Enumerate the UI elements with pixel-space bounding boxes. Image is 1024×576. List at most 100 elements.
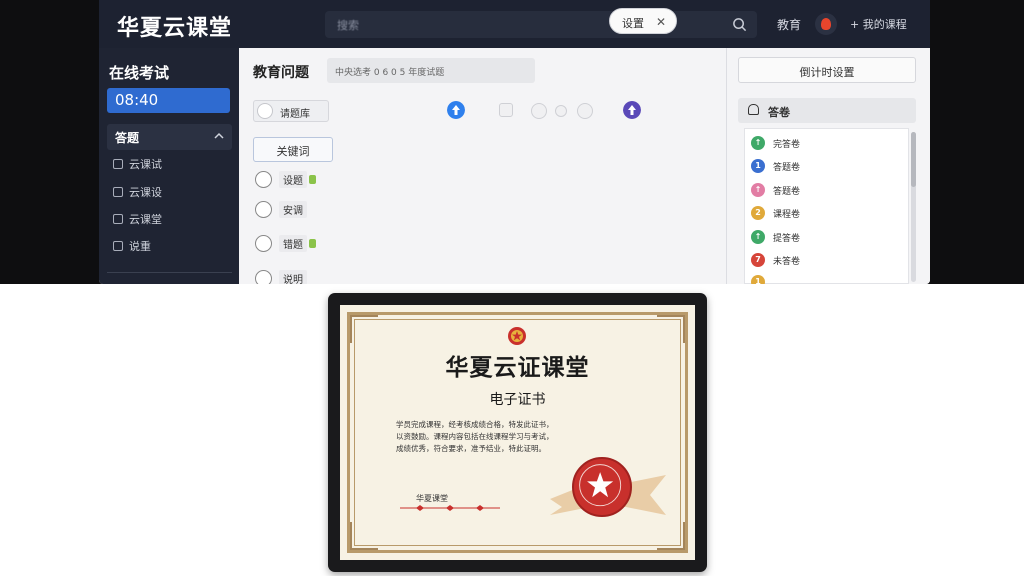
corner-ornament [657,522,685,550]
settings-label: 设置 [622,17,644,30]
official-seal-icon [572,457,632,517]
list-item-label: 提答卷 [773,233,801,244]
list-icon [113,187,123,197]
certificate: 华夏云证课堂 电子证书 学员完成课程，经考核成绩合格，特发此证书， 以资鼓励。课… [340,305,695,560]
scrollbar-thumb[interactable] [911,132,916,187]
list-icon [113,214,123,224]
list-item[interactable]: ↑ 答题卷 [751,183,800,197]
keyword-button[interactable]: 关键词 [253,137,333,162]
option-checkbox[interactable] [257,103,273,119]
search-input[interactable]: 搜索 [325,11,757,38]
certificate-body-line: 以资鼓励。课程内容包括在线课程学习与考试， [396,432,554,441]
status-icon: 1 [751,275,765,284]
sidebar-item-label: 云课设 [129,186,162,199]
sidebar-item-3[interactable]: 云课堂 [113,211,162,227]
option-label: 请题库 [280,109,310,120]
sidebar-item-1[interactable]: 云课试 [113,156,162,172]
header-user-menu[interactable]: + 我的课程 [850,16,907,32]
radio-button[interactable] [255,171,272,188]
sidebar-item-2[interactable]: 云课设 [113,184,162,200]
chevron-up-icon [214,132,224,139]
shape-tool-icon[interactable] [577,103,593,119]
corner-ornament [350,522,378,550]
list-icon [113,241,123,251]
list-item-label: 未答卷 [773,256,801,267]
app-header: 华夏云课堂 搜索 教育 + 我的课程 [99,0,930,48]
search-placeholder: 搜索 [337,19,359,32]
choice-item[interactable]: 说明 [255,270,307,284]
app-screenshot-band: 华夏云课堂 搜索 教育 + 我的课程 在线考试 08:40 答题 云课试 云课设… [0,0,1024,284]
certificate-signature: 华夏课堂 [416,494,448,503]
corner-ornament [350,315,378,343]
list-item[interactable]: 7 未答卷 [751,253,800,267]
settings-close-button[interactable]: 设置 ✕ [609,8,677,34]
list-item[interactable]: ↑ 完答卷 [751,136,800,150]
certificate-body-line: 学员完成课程，经考核成绩合格，特发此证书， [396,420,554,429]
countdown-settings-button[interactable]: 倒计时设置 [738,57,916,83]
cube-icon[interactable] [499,103,513,117]
upload-purple-icon[interactable] [623,101,641,119]
status-icon: 1 [751,159,765,173]
sidebar-section-label: 答题 [115,131,140,145]
choice-item[interactable]: 安调 [255,201,307,218]
certificate-body: 学员完成课程，经考核成绩合格，特发此证书， 以资鼓励。课程内容包括在线课程学习与… [396,419,646,455]
list-item-label: 课程卷 [773,209,801,220]
list-item-label: 答题卷 [773,186,801,197]
list-item-label: 答题卷 [773,162,801,173]
choice-label: 错题 [279,235,307,252]
answer-sheet-header: 答卷 [738,98,916,123]
choice-label: 设题 [279,171,307,188]
sidebar-section-answer[interactable]: 答题 [107,124,232,150]
signature-flourish [400,505,500,511]
sidebar-title: 在线考试 [109,64,170,82]
list-item[interactable]: 1 答题卷 [751,159,800,173]
corner-ornament [657,315,685,343]
sidebar-item-label: 说重 [129,240,151,253]
certificate-frame: 华夏云证课堂 电子证书 学员完成课程，经考核成绩合格，特发此证书， 以资鼓励。课… [328,293,707,572]
countdown-timer: 08:40 [107,88,230,113]
status-icon: ↑ [751,183,765,197]
certificate-body-line: 成绩优秀，符合要求，准予结业，特此证明。 [396,444,546,453]
emblem-icon [508,327,526,345]
choice-label: 说明 [279,270,307,284]
avatar[interactable] [815,13,837,35]
radio-button[interactable] [255,270,272,284]
bell-icon [748,104,759,115]
certificate-subtitle: 电子证书 [489,392,546,408]
right-panel: 倒计时设置 答卷 ↑ 完答卷 1 答题卷 ↑ 答题卷 2 课程卷 ↑ 提答卷 7 未答卷 1 [727,48,930,284]
avatar-icon [821,18,831,30]
choice-item[interactable]: 设题 [255,171,316,188]
sidebar-item-4[interactable]: 说重 [113,238,151,254]
circle-tool-icon[interactable] [531,103,547,119]
close-icon[interactable]: ✕ [656,15,666,29]
sidebar-item-label: 云课堂 [129,213,162,226]
list-item[interactable]: 2 课程卷 [751,206,800,220]
tag-icon [309,239,316,248]
answer-sheet-title: 答卷 [768,106,790,119]
status-icon: 2 [751,206,765,220]
page-title: 教育问题 [253,65,309,81]
sidebar: 在线考试 08:40 答题 云课试 云课设 云课堂 说重 [99,48,239,284]
list-item-label: 完答卷 [773,139,801,150]
radio-button[interactable] [255,235,272,252]
answer-sheet-list: ↑ 完答卷 1 答题卷 ↑ 答题卷 2 课程卷 ↑ 提答卷 7 未答卷 1 [744,128,909,284]
status-icon: 7 [751,253,765,267]
status-icon: ↑ [751,136,765,150]
question-bank-option[interactable]: 请题库 [253,100,329,122]
choice-item[interactable]: 错题 [255,235,316,252]
upload-icon[interactable] [447,101,465,119]
answer-list-scrollbar[interactable] [911,132,916,282]
main-panel: 教育问题 中央选考 0 6 0 5 年度试题 请题库 关键词 设题 安调 错题 … [239,48,818,284]
status-icon: ↑ [751,230,765,244]
search-icon[interactable] [732,17,747,32]
app-title: 华夏云课堂 [117,16,233,41]
radio-button[interactable] [255,201,272,218]
sidebar-item-label: 云课试 [129,158,162,171]
circle-small-icon[interactable] [555,105,567,117]
sidebar-divider [107,272,232,273]
list-item[interactable]: ↑ 提答卷 [751,230,800,244]
choice-label: 安调 [279,201,307,218]
list-item[interactable]: 1 [751,275,773,284]
header-link-education[interactable]: 教育 [777,16,801,33]
list-icon [113,159,123,169]
